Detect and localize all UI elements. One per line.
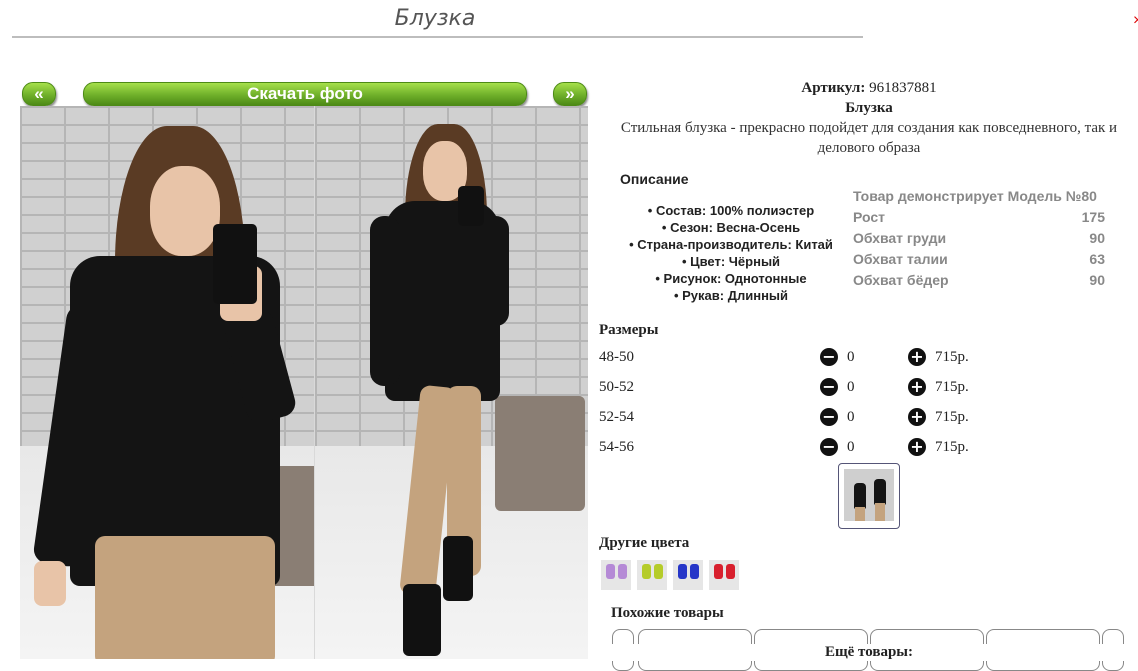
more-products-heading: Ещё товары: (600, 644, 1138, 661)
measure-label: Обхват бёдер (853, 272, 949, 288)
plus-circle-icon[interactable]: + (908, 378, 926, 396)
product-name: Блузка (845, 100, 893, 116)
measure-label: Рост (853, 209, 885, 225)
size-quantity: 0 (847, 349, 855, 365)
article-line: Артикул: 961837881 Блузка (600, 78, 1138, 118)
size-label: 52-54 (599, 409, 634, 425)
photo-panel-right (315, 106, 588, 659)
close-icon[interactable]: × (1133, 12, 1138, 34)
download-photo-button[interactable]: Скачать фото (83, 82, 527, 106)
size-quantity: 0 (847, 409, 855, 425)
size-price: 715р. (935, 409, 969, 425)
prev-photo-button[interactable]: « (22, 82, 56, 106)
size-price: 715р. (935, 439, 969, 455)
size-label: 48-50 (599, 349, 634, 365)
other-colors-heading: Другие цвета (599, 535, 690, 551)
similar-products-heading: Похожие товары (611, 605, 724, 621)
model-measurements: Товар демонстрирует Модель №80 Рост 175 О… (853, 186, 1105, 291)
photo-panel-left (20, 106, 314, 659)
measure-label: Обхват талии (853, 251, 948, 267)
size-row: 48-50 − 0 + 715р. (599, 347, 979, 367)
plus-circle-icon[interactable]: + (908, 348, 926, 366)
size-row: 50-52 − 0 + 715р. (599, 377, 979, 397)
minus-circle-icon[interactable]: − (820, 348, 838, 366)
next-photo-button[interactable]: » (553, 82, 587, 106)
measure-value: 175 (1081, 209, 1105, 225)
model-heading: Товар демонстрирует Модель №80 (853, 188, 1097, 204)
description-heading: Описание (620, 171, 689, 187)
property-item: • Состав: 100% полиэстер (647, 203, 815, 218)
minus-circle-icon[interactable]: − (820, 408, 838, 426)
product-photo[interactable] (20, 106, 588, 659)
product-short-description: Стильная блузка - прекрасно подойдет для… (620, 120, 1118, 156)
color-variants (601, 560, 739, 590)
title-divider (12, 36, 863, 38)
measure-value: 63 (1089, 251, 1105, 267)
minus-circle-icon[interactable]: − (820, 378, 838, 396)
minus-circle-icon[interactable]: − (820, 438, 838, 456)
size-row: 54-56 − 0 + 715р. (599, 437, 979, 457)
plus-circle-icon[interactable]: + (908, 438, 926, 456)
property-item: • Рисунок: Однотонные (655, 271, 807, 286)
measure-value: 90 (1089, 272, 1105, 288)
sizes-heading: Размеры (599, 322, 659, 338)
article-label: Артикул: (801, 80, 866, 96)
property-item: • Рукав: Длинный (673, 288, 789, 303)
property-item: • Сезон: Весна-Осень (661, 220, 801, 235)
color-variant-thumbnail[interactable] (637, 560, 667, 590)
size-price: 715р. (935, 379, 969, 395)
size-label: 54-56 (599, 439, 634, 455)
size-label: 50-52 (599, 379, 634, 395)
property-item: • Цвет: Чёрный (681, 254, 781, 269)
color-variant-thumbnail[interactable] (673, 560, 703, 590)
property-list: • Состав: 100% полиэстер • Сезон: Весна-… (616, 202, 846, 304)
size-price: 715р. (935, 349, 969, 365)
property-item: • Страна-производитель: Китай (629, 237, 833, 252)
measure-value: 90 (1089, 230, 1105, 246)
page-title: Блузка (394, 6, 476, 31)
selected-photo-thumbnail[interactable] (838, 463, 900, 529)
color-variant-thumbnail[interactable] (709, 560, 739, 590)
size-row: 52-54 − 0 + 715р. (599, 407, 979, 427)
plus-circle-icon[interactable]: + (908, 408, 926, 426)
size-quantity: 0 (847, 439, 855, 455)
size-quantity: 0 (847, 379, 855, 395)
article-value: 961837881 (869, 80, 937, 96)
measure-label: Обхват груди (853, 230, 947, 246)
color-variant-thumbnail[interactable] (601, 560, 631, 590)
